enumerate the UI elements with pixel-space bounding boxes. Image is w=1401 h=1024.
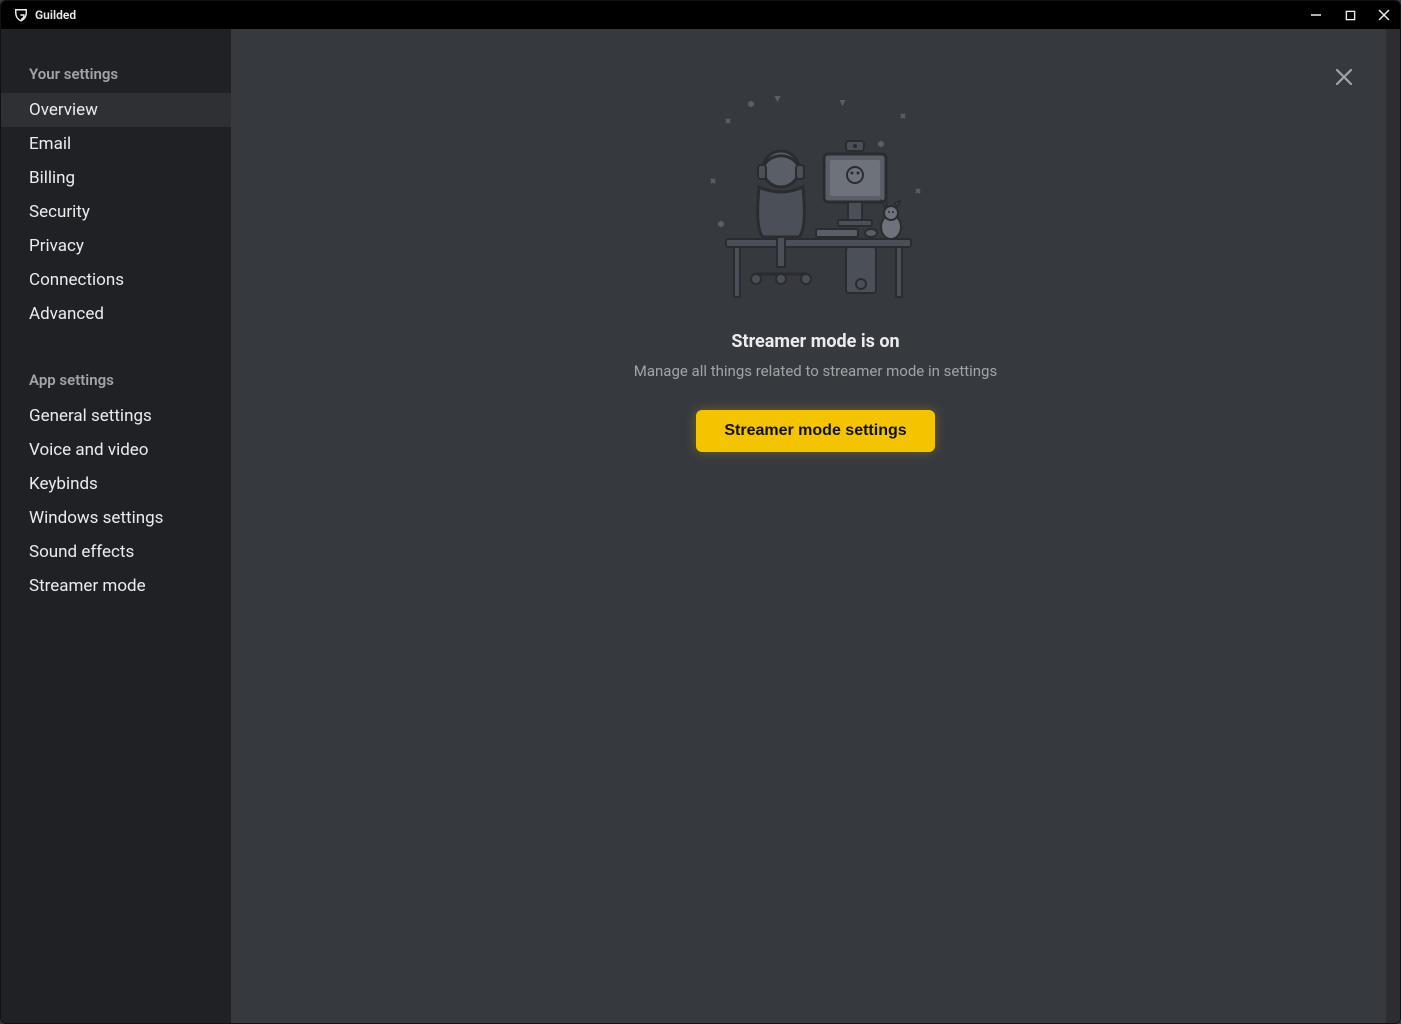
sidebar-item-keybinds[interactable]: Keybinds: [1, 467, 231, 501]
sidebar-item-label: Email: [29, 134, 71, 154]
sidebar-item-label: Privacy: [29, 236, 84, 256]
sidebar-item-streamer-mode[interactable]: Streamer mode: [1, 569, 231, 603]
sidebar-item-billing[interactable]: Billing: [1, 161, 231, 195]
sidebar-item-label: Sound effects: [29, 542, 134, 562]
sidebar-item-connections[interactable]: Connections: [1, 263, 231, 297]
window-controls: [1308, 7, 1392, 23]
sidebar-item-label: Windows settings: [29, 508, 163, 528]
titlebar: Guilded: [1, 1, 1400, 29]
main-area: Your settings Overview Email Billing Sec…: [1, 29, 1400, 1023]
guilded-logo-icon: [13, 7, 29, 23]
sidebar-item-label: Advanced: [29, 304, 104, 324]
app-window: Guilded Your settings Overview Email Bil…: [0, 0, 1401, 1024]
scrollbar-track[interactable]: [1386, 29, 1400, 1023]
sidebar-section-header-your-settings: Your settings: [1, 57, 231, 93]
sidebar-item-label: Voice and video: [29, 440, 149, 460]
sidebar-item-label: Billing: [29, 168, 75, 188]
maximize-button[interactable]: [1342, 7, 1358, 23]
sidebar-divider: [1, 331, 231, 363]
sidebar-item-label: General settings: [29, 406, 152, 426]
minimize-button[interactable]: [1308, 7, 1324, 23]
sidebar-item-general-settings[interactable]: General settings: [1, 399, 231, 433]
sidebar-item-voice-video[interactable]: Voice and video: [1, 433, 231, 467]
sidebar-item-privacy[interactable]: Privacy: [1, 229, 231, 263]
sidebar-item-sound-effects[interactable]: Sound effects: [1, 535, 231, 569]
sidebar-item-overview[interactable]: Overview: [1, 93, 231, 127]
sidebar-item-label: Keybinds: [29, 474, 98, 494]
streamer-illustration: [696, 89, 936, 299]
sidebar-section-header-app-settings: App settings: [1, 363, 231, 399]
sidebar-item-label: Overview: [29, 100, 98, 120]
sidebar-item-label: Streamer mode: [29, 576, 146, 596]
sidebar-item-security[interactable]: Security: [1, 195, 231, 229]
sidebar-item-email[interactable]: Email: [1, 127, 231, 161]
sidebar-item-advanced[interactable]: Advanced: [1, 297, 231, 331]
close-window-button[interactable]: [1376, 7, 1392, 23]
settings-sidebar: Your settings Overview Email Billing Sec…: [1, 29, 231, 1023]
close-settings-button[interactable]: [1328, 61, 1360, 93]
content-panel: Streamer mode is on Manage all things re…: [231, 29, 1400, 1023]
sidebar-item-label: Connections: [29, 270, 124, 290]
modal-subtitle: Manage all things related to streamer mo…: [634, 362, 997, 380]
sidebar-item-label: Security: [29, 202, 90, 222]
streamer-mode-settings-button[interactable]: Streamer mode settings: [696, 410, 934, 452]
titlebar-left: Guilded: [13, 7, 76, 23]
sidebar-item-windows-settings[interactable]: Windows settings: [1, 501, 231, 535]
modal-title: Streamer mode is on: [731, 331, 899, 352]
app-title: Guilded: [35, 8, 76, 22]
